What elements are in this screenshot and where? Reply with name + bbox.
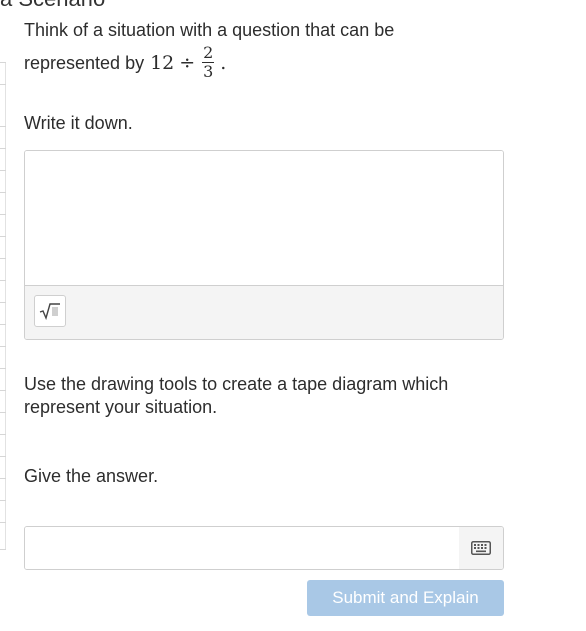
question-prompt-line2: represented by 12 ÷ 2 3 . — [24, 45, 226, 80]
section-heading: a Scenario — [0, 0, 105, 12]
left-rail-tick — [0, 500, 6, 501]
virtual-keyboard-button[interactable] — [459, 527, 503, 569]
left-rail-tick — [0, 84, 6, 85]
fraction-denominator: 3 — [203, 62, 214, 81]
math-expression: 12 ÷ 2 3 . — [150, 45, 226, 80]
submit-and-explain-button[interactable]: Submit and Explain — [307, 580, 504, 616]
left-rail-tick — [0, 258, 6, 259]
left-rail-tick — [0, 549, 6, 550]
left-rail-tick — [0, 434, 6, 435]
drawing-instructions: Use the drawing tools to create a tape d… — [24, 374, 449, 417]
editor-toolbar — [25, 286, 503, 339]
left-rail-tick — [0, 478, 6, 479]
written-response-textarea[interactable] — [25, 151, 503, 286]
left-rail-tick — [0, 346, 6, 347]
left-rail-tick — [0, 280, 6, 281]
keyboard-icon — [471, 541, 491, 555]
left-rail-line — [5, 62, 6, 550]
left-rail-tick — [0, 522, 6, 523]
left-rail-tick — [0, 126, 6, 127]
answer-input-group — [24, 526, 504, 570]
left-rail-tick — [0, 192, 6, 193]
fraction: 2 3 — [202, 43, 215, 81]
sentence-period: . — [220, 51, 227, 74]
math-input-button[interactable] — [34, 295, 66, 327]
left-rail-tick — [0, 368, 6, 369]
give-answer-label: Give the answer. — [24, 466, 159, 486]
answer-input[interactable] — [25, 527, 463, 569]
written-response-editor — [24, 150, 504, 340]
square-root-icon — [39, 303, 60, 320]
left-rail-divider — [0, 62, 6, 550]
left-rail-tick — [0, 390, 6, 391]
left-rail-tick — [0, 214, 6, 215]
fraction-numerator: 2 — [203, 43, 214, 62]
division-sign: ÷ — [179, 51, 196, 74]
question-prompt-line1: Think of a situation with a question tha… — [24, 20, 395, 40]
question-page: a Scenario Think of a situation with a q… — [0, 0, 586, 631]
write-it-down-label: Write it down. — [24, 113, 133, 133]
left-rail-tick — [0, 302, 6, 303]
left-rail-tick — [0, 324, 6, 325]
left-rail-tick — [0, 456, 6, 457]
left-rail-tick — [0, 170, 6, 171]
left-rail-tick — [0, 236, 6, 237]
math-whole-number: 12 — [150, 51, 175, 74]
question-prompt-text: represented by — [24, 52, 145, 73]
left-rail-tick — [0, 412, 6, 413]
left-rail-tick — [0, 62, 6, 63]
left-rail-tick — [0, 148, 6, 149]
